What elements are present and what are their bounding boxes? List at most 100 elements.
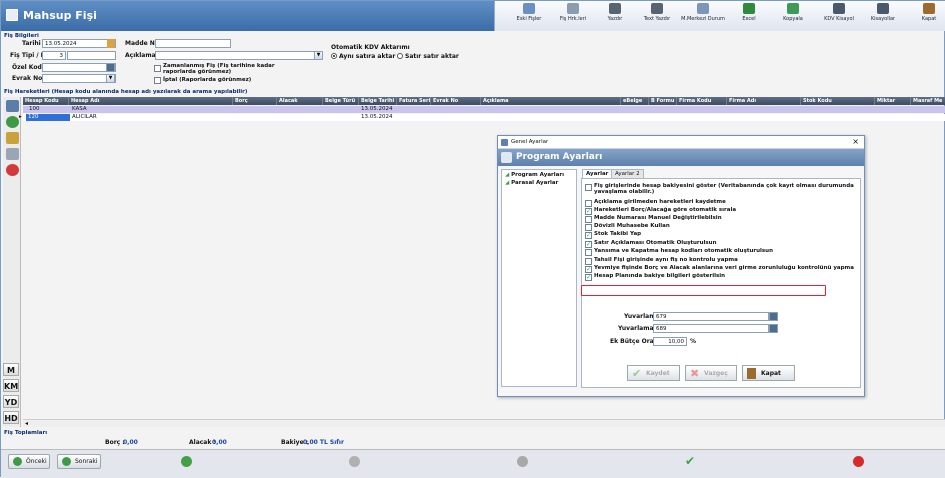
toolbar-button-voucher-movements[interactable]: Fiş Hrk.leri — [551, 3, 595, 30]
radio-ayni-satira[interactable] — [331, 53, 337, 59]
column-header[interactable]: Stok Kodu — [801, 97, 875, 105]
lookup-icon[interactable] — [769, 324, 778, 333]
fis-tipi-input[interactable]: 3 — [42, 51, 66, 60]
column-header[interactable]: Miktar — [875, 97, 911, 105]
toolbar-button-excel[interactable]: Excel — [727, 3, 771, 30]
previous-button[interactable]: Önceki — [8, 454, 50, 469]
cancel-button[interactable]: ✖ Vazgeç — [685, 365, 737, 381]
toolbar-button-copy[interactable]: Kopyala — [771, 3, 815, 30]
yuv-zararlari-input[interactable]: 689 — [653, 324, 769, 333]
horizontal-scrollbar[interactable]: ◂ — [23, 419, 945, 427]
column-header[interactable]: Hesap Kodu — [23, 97, 69, 105]
table-row[interactable]: 100 KASA 13.05.2024 — [23, 106, 945, 113]
lookup-icon[interactable] — [106, 63, 115, 72]
option-label: Satır Açıklaması Otomatik Oluşturulsun — [594, 240, 717, 246]
column-header[interactable]: Fatura Seri — [397, 97, 431, 105]
evrak-no-dropdown[interactable]: ▼ — [106, 74, 115, 83]
madde-no-input[interactable] — [155, 39, 231, 48]
toolbar-button-label: KDV Kisayol — [824, 16, 854, 22]
remove-icon[interactable] — [349, 456, 360, 467]
close-icon[interactable]: × — [852, 137, 859, 146]
column-header[interactable]: Borç — [233, 97, 277, 105]
toolbar-button-cost-center[interactable]: M.Merkezi Durum — [681, 3, 725, 30]
alacak-value: 0,00 — [212, 439, 227, 446]
zamanlanmis-checkbox[interactable] — [154, 65, 161, 72]
old-vouchers-icon — [523, 3, 535, 14]
option-checkbox[interactable]: ✓ — [585, 274, 592, 281]
toolbar-button-printer[interactable]: Yazdır — [593, 3, 637, 30]
add-icon[interactable] — [181, 456, 192, 467]
tarih-input[interactable]: 13.05.2024 — [42, 39, 116, 48]
row-hesap-kodu[interactable]: 120 — [26, 114, 70, 121]
lookup-icon[interactable] — [769, 312, 778, 321]
column-header[interactable]: Hesap Adı — [69, 97, 233, 105]
column-header[interactable]: Firma Kodu — [677, 97, 727, 105]
table-row[interactable]: ▸ 120 ALICILAR 13.05.2024 — [19, 114, 945, 121]
evrak-no-input[interactable] — [42, 74, 116, 83]
chevron-left-icon[interactable]: ◂ — [25, 420, 28, 427]
borc-label: Borç : — [105, 439, 125, 446]
column-header[interactable]: eBelge — [621, 97, 649, 105]
calendar-icon[interactable] — [107, 39, 115, 48]
info-icon[interactable] — [517, 456, 528, 467]
toolbar-button-shortcuts[interactable]: Kisayollar — [861, 3, 905, 30]
chevron-down-icon: ▼ — [108, 75, 113, 81]
iptal-checkbox[interactable] — [154, 77, 161, 84]
tree-item-parasal-ayarlar[interactable]: ◢ Parasal Ayarlar — [505, 180, 558, 186]
aciklama-input[interactable] — [155, 51, 323, 60]
section-fis-hareketleri: Fiş Hareketleri (Hesap kodu alanında hes… — [4, 89, 248, 95]
column-header[interactable]: Açıklama — [481, 97, 621, 105]
column-header[interactable]: Alacak — [277, 97, 323, 105]
side-letter-hd[interactable]: HD — [3, 411, 19, 424]
cancel-icon[interactable] — [853, 456, 864, 467]
add-row-icon[interactable] — [6, 116, 19, 128]
option-checkbox[interactable] — [585, 249, 592, 256]
option-label: Hesap Planında bakiye bilgileri gösteril… — [594, 273, 726, 279]
toolbar-button-text-printer[interactable]: Text Yazdır — [635, 3, 679, 30]
tree-item-program-ayarlari[interactable]: ◢ Program Ayarları — [505, 172, 564, 178]
ek-butce-input[interactable]: 10,00 — [653, 337, 687, 346]
delete-row-icon[interactable] — [6, 164, 19, 176]
option-checkbox[interactable]: ✓ — [585, 266, 592, 273]
ozel-kod-input[interactable] — [42, 63, 116, 72]
side-letter-km[interactable]: KM — [3, 379, 19, 392]
radio-satir-satir[interactable] — [397, 53, 403, 59]
toolbar-button-vat-shortcut[interactable]: KDV Kisayol — [817, 3, 861, 30]
column-header[interactable]: Masraf Me — [911, 97, 945, 105]
option-checkbox[interactable]: ✓ — [585, 241, 592, 248]
side-letter-yd[interactable]: YD — [3, 395, 19, 408]
app-window: Mahsup Fişi Eski Fişler Fiş Hrk.leri Yazdı… — [0, 0, 945, 478]
toolbar-button-close-door[interactable]: Kapat — [907, 3, 945, 30]
option-checkbox[interactable]: ✓ — [585, 208, 592, 215]
next-button[interactable]: Sonraki — [57, 454, 101, 469]
borc-value: 0,00 — [123, 439, 138, 446]
vat-shortcut-icon — [833, 3, 845, 14]
column-header[interactable]: Firma Adı — [727, 97, 801, 105]
column-header[interactable]: Belge Tarihi — [359, 97, 397, 105]
text-printer-icon — [651, 3, 663, 14]
column-header[interactable]: B Formu — [649, 97, 677, 105]
folder-icon[interactable] — [6, 132, 19, 144]
option-checkbox[interactable]: ✓ — [585, 232, 592, 239]
close-button[interactable]: Kapat — [742, 365, 795, 381]
checkmark-icon[interactable]: ✔ — [685, 455, 696, 467]
toolbar-button-old-vouchers[interactable]: Eski Fişler — [507, 3, 551, 30]
column-header[interactable]: Evrak No — [431, 97, 481, 105]
document-icon[interactable] — [6, 148, 19, 160]
column-header[interactable]: Belge Türü — [323, 97, 359, 105]
search-icon[interactable] — [6, 100, 19, 112]
row-hesap-kodu: 100 — [29, 106, 40, 112]
option-checkbox[interactable] — [585, 200, 592, 207]
cost-center-icon — [697, 3, 709, 14]
fis-no-input[interactable] — [67, 51, 116, 60]
save-button[interactable]: ✔ Kaydet — [627, 365, 680, 381]
option-checkbox[interactable] — [585, 224, 592, 231]
yuv-karlari-input[interactable]: 679 — [653, 312, 769, 321]
option-checkbox[interactable] — [585, 216, 592, 223]
aciklama-dropdown[interactable]: ▼ — [314, 51, 323, 60]
section-fis-toplamlari: Fiş Toplamları — [4, 430, 48, 436]
side-letter-m[interactable]: M — [3, 363, 19, 376]
option-checkbox[interactable] — [585, 258, 592, 265]
option-checkbox[interactable] — [585, 184, 592, 191]
bakiye-value: 0,00 TL Sıfır — [303, 439, 344, 446]
